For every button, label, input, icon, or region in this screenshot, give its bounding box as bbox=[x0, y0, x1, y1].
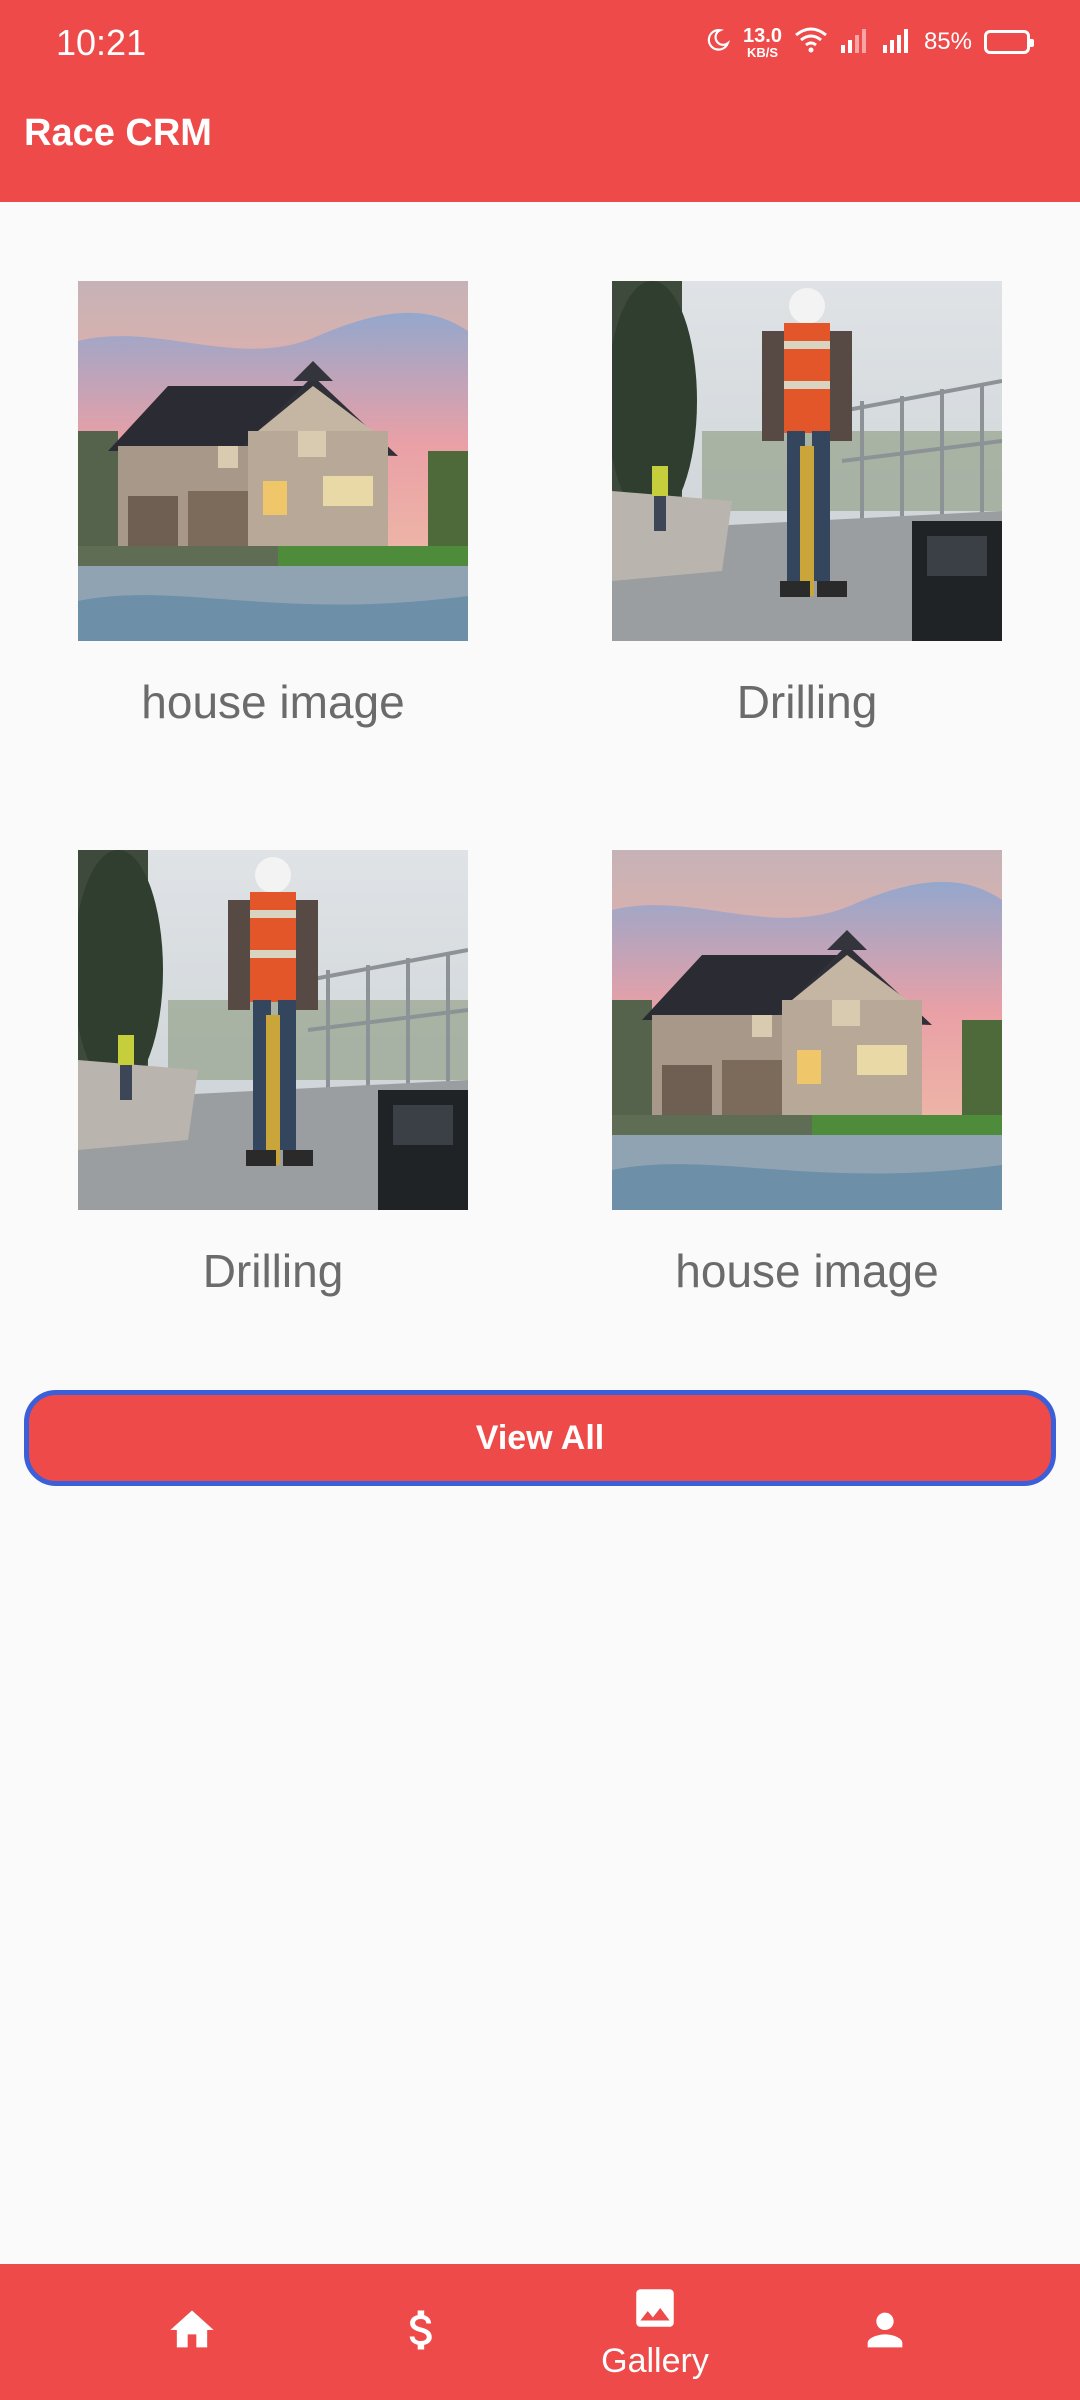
person-icon bbox=[859, 2304, 911, 2361]
status-indicators: 13.0 KB/S 85% bbox=[705, 22, 1034, 62]
bottom-navigation: Gallery bbox=[0, 2264, 1080, 2400]
gallery-item-caption: Drilling bbox=[202, 1245, 344, 1297]
gallery-item[interactable]: house image bbox=[612, 850, 1002, 1298]
battery-icon bbox=[984, 30, 1034, 54]
signal-strength-icon-2 bbox=[882, 27, 912, 58]
wifi-icon bbox=[794, 26, 828, 59]
house-photo[interactable] bbox=[612, 850, 1002, 1210]
image-icon bbox=[630, 2283, 680, 2338]
status-bar: 10:21 13.0 KB/S 85% bbox=[0, 0, 1080, 84]
app-bar: 10:21 13.0 KB/S 85% Race CRM bbox=[0, 0, 1080, 202]
signal-strength-icon bbox=[840, 27, 870, 58]
network-speed-unit: KB/S bbox=[746, 44, 779, 60]
gallery-item[interactable]: house image bbox=[78, 281, 468, 729]
status-time: 10:21 bbox=[56, 22, 147, 63]
nav-item-payments[interactable] bbox=[322, 2264, 522, 2400]
nav-item-profile[interactable] bbox=[785, 2264, 985, 2400]
gallery-item[interactable]: Drilling bbox=[612, 281, 1002, 729]
network-speed: 13.0 KB/S bbox=[743, 26, 782, 59]
app-title: Race CRM bbox=[24, 112, 212, 154]
nav-item-gallery-label: Gallery bbox=[601, 2342, 709, 2380]
network-speed-value: 13.0 bbox=[743, 24, 782, 47]
house-photo[interactable] bbox=[78, 281, 468, 641]
dollar-icon bbox=[396, 2304, 448, 2361]
gallery-item-caption: Drilling bbox=[736, 676, 878, 728]
do-not-disturb-moon-icon bbox=[705, 27, 731, 58]
gallery-item-caption: house image bbox=[141, 676, 405, 728]
view-all-button[interactable]: View All bbox=[24, 1390, 1056, 1486]
battery-percent: 85% bbox=[923, 28, 972, 55]
home-icon bbox=[166, 2304, 218, 2361]
gallery-item[interactable]: Drilling bbox=[78, 850, 468, 1298]
nav-item-home[interactable] bbox=[92, 2264, 292, 2400]
worker-drilling-photo[interactable] bbox=[612, 281, 1002, 641]
gallery-item-caption: house image bbox=[675, 1245, 939, 1297]
worker-drilling-photo[interactable] bbox=[78, 850, 468, 1210]
nav-item-gallery[interactable]: Gallery bbox=[555, 2264, 755, 2400]
